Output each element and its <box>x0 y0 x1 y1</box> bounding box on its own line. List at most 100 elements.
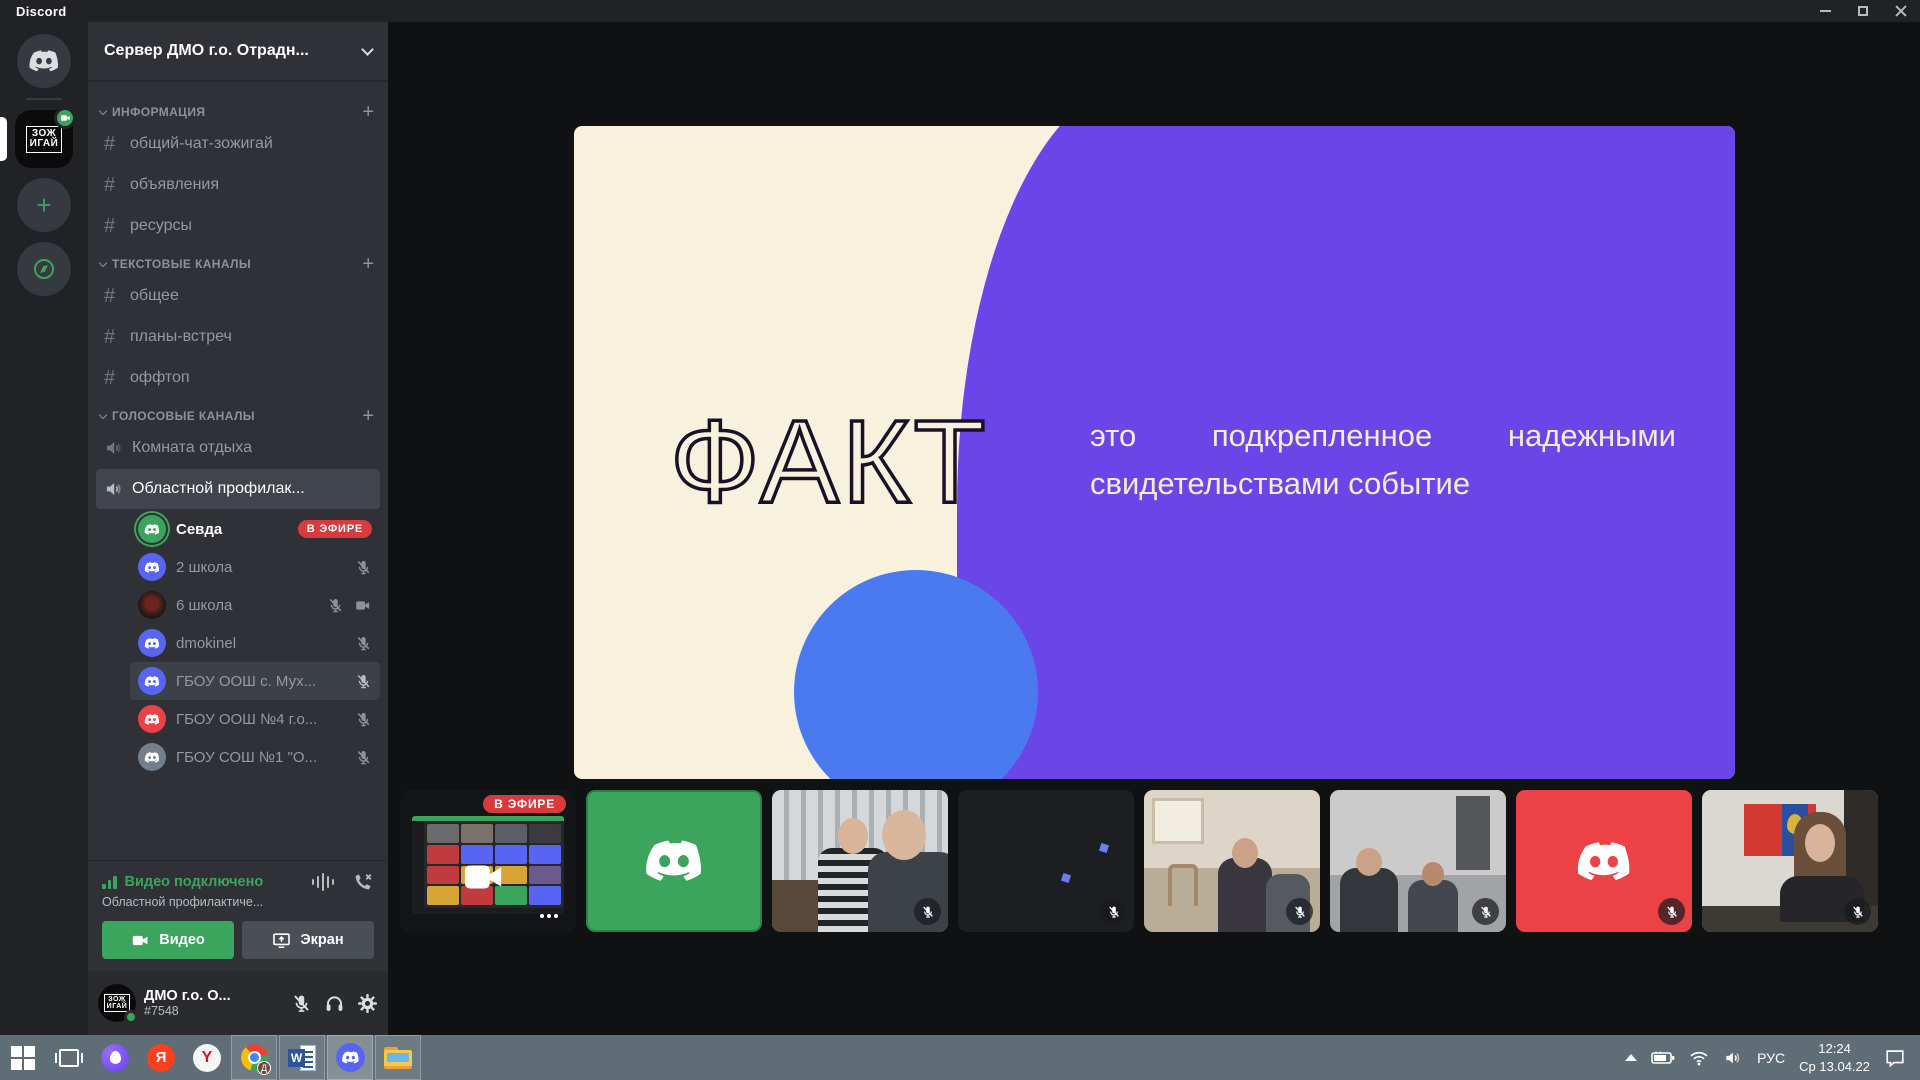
server-rail: ЗОЖ ИГАЙ + <box>0 22 88 1035</box>
user-avatar-line1: ЗОЖ <box>107 996 128 1003</box>
channel-obshchee[interactable]: общее <box>96 276 380 316</box>
more-options-icon[interactable] <box>540 914 558 918</box>
yandex-icon: Я <box>147 1044 175 1072</box>
task-view-button[interactable] <box>46 1035 92 1080</box>
hash-icon <box>104 285 130 308</box>
channel-resursy[interactable]: ресурсы <box>96 206 380 246</box>
shared-screen-slide[interactable]: ФАКТ это подкрепленное надежными свидете… <box>574 126 1735 779</box>
settings-gear-icon[interactable] <box>357 993 378 1014</box>
hash-icon <box>104 215 130 238</box>
avatar <box>138 515 166 543</box>
maximize-button[interactable] <box>1844 0 1882 22</box>
screen-share-button[interactable]: Экран <box>242 921 374 959</box>
voice-channel-oblastnoy[interactable]: Областной профилак... <box>96 469 380 509</box>
date: Ср 13.04.22 <box>1799 1058 1870 1076</box>
voice-user-2-shkola[interactable]: 2 школа <box>130 548 380 586</box>
voice-activity-icon[interactable] <box>312 873 335 891</box>
camera-icon <box>354 598 372 613</box>
section-information[interactable]: ИНФОРМАЦИЯ + <box>88 95 388 123</box>
window-title: Discord <box>16 4 67 19</box>
action-center-button[interactable] <box>1884 1047 1906 1069</box>
windows-taskbar: Я Y Д W <box>0 1035 1920 1080</box>
avatar <box>138 591 166 619</box>
online-status-icon <box>124 1010 138 1024</box>
mic-muted-icon <box>327 597 344 614</box>
voice-user-gbou-oosh-4[interactable]: ГБОУ ООШ №4 г.о... <box>130 700 380 738</box>
section-text-channels[interactable]: ТЕКСТОВЫЕ КАНАЛЫ + <box>88 247 388 275</box>
video-tile-discord-red[interactable] <box>1516 790 1692 932</box>
word-button[interactable]: W <box>279 1035 325 1080</box>
voice-user-gbou-sosh-1[interactable]: ГБОУ СОШ №1 "О... <box>130 738 380 776</box>
server-header[interactable]: Сервер ДМО г.о. Отрадн... <box>88 22 388 81</box>
channel-plany-vstrech[interactable]: планы-встреч <box>96 317 380 357</box>
video-button[interactable]: Видео <box>102 921 234 959</box>
chevron-down-icon <box>99 107 107 115</box>
video-tile-dark-webcam[interactable] <box>958 790 1134 932</box>
avatar <box>138 743 166 771</box>
folder-icon <box>384 1047 412 1069</box>
disconnect-icon[interactable] <box>352 871 374 893</box>
task-view-icon <box>59 1049 79 1067</box>
server-icon-zozhigay[interactable]: ЗОЖ ИГАЙ <box>15 110 73 168</box>
tray-expand-icon[interactable] <box>1625 1054 1637 1061</box>
video-tile-woman-webcam[interactable] <box>1702 790 1878 932</box>
mic-muted-icon <box>1658 898 1685 925</box>
section-voice-channels[interactable]: ГОЛОСОВЫЕ КАНАЛЫ + <box>88 399 388 427</box>
channel-obyavleniya[interactable]: объявления <box>96 165 380 205</box>
connection-panel: Видео подключено Областной профилактиче.… <box>88 860 388 971</box>
wifi-icon[interactable] <box>1689 1048 1709 1068</box>
home-button[interactable] <box>17 34 71 88</box>
user-panel: ЗОЖ ИГАЙ ДМО г.о. О... #7548 <box>88 971 388 1035</box>
active-server-indicator <box>0 117 7 161</box>
chevron-down-icon <box>99 411 107 419</box>
video-tile-stream-preview[interactable]: В ЭФИРЕ <box>400 790 576 932</box>
avatar <box>138 553 166 581</box>
mic-muted-icon <box>355 749 372 766</box>
minimize-button[interactable] <box>1806 0 1844 22</box>
explore-servers-button[interactable] <box>17 242 71 296</box>
chrome-button[interactable]: Д <box>231 1035 277 1080</box>
add-channel-icon[interactable]: + <box>362 257 374 271</box>
channel-sidebar: Сервер ДМО г.о. Отрадн... ИНФОРМАЦИЯ + о… <box>88 22 388 1035</box>
video-tile-classroom-2[interactable] <box>1330 790 1506 932</box>
mic-muted-icon[interactable] <box>291 993 312 1014</box>
voice-user-dmokinel[interactable]: dmokinel <box>130 624 380 662</box>
voice-user-6-shkola[interactable]: 6 школа <box>130 586 380 624</box>
headphones-icon[interactable] <box>324 993 345 1014</box>
yandex-browser-button[interactable]: Y <box>184 1035 230 1080</box>
user-avatar[interactable]: ЗОЖ ИГАЙ <box>98 984 136 1022</box>
connected-channel-label: Областной профилактиче... <box>102 895 374 909</box>
add-channel-icon[interactable]: + <box>362 409 374 423</box>
yandex-browser-icon: Y <box>193 1044 221 1072</box>
voice-user-sevda[interactable]: Севда В ЭФИРЕ <box>130 510 380 548</box>
video-tile-boys-webcam[interactable] <box>772 790 948 932</box>
camera-icon <box>458 856 510 898</box>
battery-icon[interactable] <box>1651 1051 1675 1065</box>
volume-icon[interactable] <box>1723 1048 1743 1068</box>
yandex-button[interactable]: Я <box>138 1035 184 1080</box>
discord-icon <box>336 1043 365 1072</box>
chevron-down-icon <box>99 259 107 267</box>
discord-taskbar-button[interactable] <box>327 1035 373 1080</box>
channel-offtop[interactable]: оффтоп <box>96 358 380 398</box>
mic-muted-icon <box>355 635 372 652</box>
windows-logo-icon <box>11 1046 35 1070</box>
mic-muted-icon <box>1844 898 1871 925</box>
add-channel-icon[interactable]: + <box>362 105 374 119</box>
discord-window: Discord ЗОЖ ИГАЙ + <box>0 0 1920 1080</box>
voice-user-gbou-oosh-muh[interactable]: ГБОУ ООШ с. Мух... <box>130 662 380 700</box>
add-server-button[interactable]: + <box>17 178 71 232</box>
stream-stage: ФАКТ это подкрепленное надежными свидете… <box>388 22 1920 1035</box>
video-tile-classroom-1[interactable] <box>1144 790 1320 932</box>
voice-channel-komnata-otdyha[interactable]: Комната отдыха <box>96 428 380 468</box>
alice-assistant-button[interactable] <box>92 1035 138 1080</box>
language-indicator[interactable]: РУС <box>1757 1050 1785 1066</box>
start-button[interactable] <box>0 1035 46 1080</box>
clock[interactable]: 12:24 Ср 13.04.22 <box>1799 1040 1870 1075</box>
live-badge: В ЭФИРЕ <box>298 520 372 538</box>
server-avatar-line2: ИГАЙ <box>30 139 59 150</box>
channel-obshchiy-chat[interactable]: общий-чат-зожигай <box>96 124 380 164</box>
file-explorer-button[interactable] <box>375 1035 421 1080</box>
video-tile-discord-green[interactable] <box>586 790 762 932</box>
close-button[interactable] <box>1882 0 1920 22</box>
